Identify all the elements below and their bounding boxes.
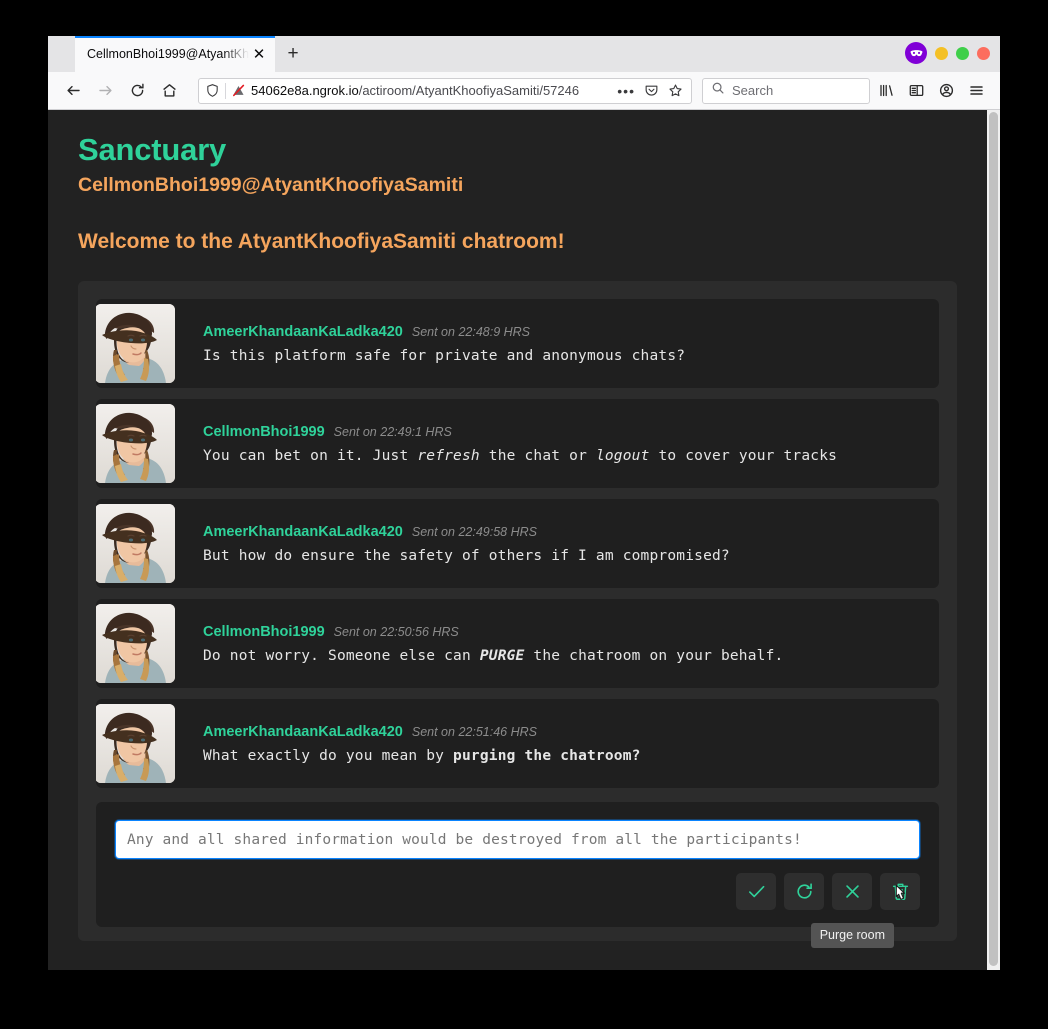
message-text: But how do ensure the safety of others i… xyxy=(203,547,730,564)
tab-title: CellmonBhoi1999@AtyantKhoo xyxy=(87,47,249,61)
close-icon[interactable]: ✕ xyxy=(249,44,269,64)
message-timestamp: Sent on 22:51:46 HRS xyxy=(411,724,537,739)
message-list: AmeerKhandaanKaLadka420 Sent on 22:48:9 H… xyxy=(96,299,939,789)
avatar xyxy=(96,404,175,484)
message-timestamp: Sent on 22:50:56 HRS xyxy=(333,624,459,639)
tab-strip: CellmonBhoi1999@AtyantKhoo ✕ + xyxy=(48,36,1000,72)
browser-window: CellmonBhoi1999@AtyantKhoo ✕ + 54062e8a.… xyxy=(48,36,1000,970)
chat-panel: AmeerKhandaanKaLadka420 Sent on 22:48:9 H… xyxy=(78,281,957,948)
minimize-button[interactable] xyxy=(935,46,948,60)
url-host: 54062e8a.ngrok.io xyxy=(251,83,359,98)
refresh-button[interactable] xyxy=(784,873,824,911)
message-author: AmeerKhandaanKaLadka420 xyxy=(203,523,403,540)
composer-actions xyxy=(115,873,920,911)
message-text: Is this platform safe for private and an… xyxy=(203,347,686,364)
bookmark-star-icon[interactable] xyxy=(666,83,685,98)
message-text: Do not worry. Someone else can PURGE the… xyxy=(203,647,784,664)
message-row: AmeerKhandaanKaLadka420 Sent on 22:48:9 H… xyxy=(96,299,939,389)
url-path: /actiroom/AtyantKhoofiyaSamiti/57246 xyxy=(358,83,580,98)
message-input[interactable]: Any and all shared information would be … xyxy=(115,820,920,860)
close-window-button[interactable] xyxy=(977,46,990,60)
purge-room-tooltip: Purge room xyxy=(810,923,894,948)
app-title: Sanctuary xyxy=(78,132,227,167)
search-icon xyxy=(711,81,725,100)
message-meta: CellmonBhoi1999 Sent on 22:49:1 HRS xyxy=(203,424,837,440)
message-meta: AmeerKhandaanKaLadka420 Sent on 22:48:9 H… xyxy=(203,324,685,340)
search-input[interactable]: Search xyxy=(702,77,870,104)
message-author: CellmonBhoi1999 xyxy=(203,423,325,440)
message-meta: AmeerKhandaanKaLadka420 Sent on 22:51:46 … xyxy=(203,724,641,740)
scrollbar-thumb[interactable] xyxy=(989,112,998,966)
shield-icon[interactable] xyxy=(205,83,220,98)
message-author: CellmonBhoi1999 xyxy=(203,623,325,640)
maximize-button[interactable] xyxy=(956,46,969,60)
noscript-icon[interactable] xyxy=(231,83,246,98)
url-separator xyxy=(225,82,226,99)
new-tab-button[interactable]: + xyxy=(275,36,311,72)
message-timestamp: Sent on 22:49:1 HRS xyxy=(333,424,452,439)
welcome-heading: Welcome to the AtyantKhoofiyaSamiti chat… xyxy=(78,230,565,254)
message-meta: CellmonBhoi1999 Sent on 22:50:56 HRS xyxy=(203,624,783,640)
message-body: CellmonBhoi1999 Sent on 22:50:56 HRS Do no… xyxy=(175,624,783,664)
message-composer: Any and all shared information would be … xyxy=(96,802,939,948)
library-icon[interactable] xyxy=(872,76,900,106)
send-button[interactable] xyxy=(736,873,776,911)
message-text: What exactly do you mean by purging the … xyxy=(203,747,641,764)
page-scrollbar[interactable] xyxy=(987,110,1000,970)
logout-button[interactable] xyxy=(832,873,872,911)
avatar xyxy=(96,604,175,684)
message-author: AmeerKhandaanKaLadka420 xyxy=(203,723,403,740)
sidebar-icon[interactable] xyxy=(902,76,930,106)
navigation-toolbar: 54062e8a.ngrok.io/actiroom/AtyantKhoofiy… xyxy=(48,72,1000,110)
message-body: AmeerKhandaanKaLadka420 Sent on 22:48:9 H… xyxy=(175,324,685,364)
avatar xyxy=(96,504,175,584)
message-row: CellmonBhoi1999 Sent on 22:49:1 HRS You ca… xyxy=(96,399,939,489)
back-icon[interactable] xyxy=(58,76,88,106)
message-body: AmeerKhandaanKaLadka420 Sent on 22:51:46 … xyxy=(175,724,641,764)
purge-room-button[interactable] xyxy=(880,873,920,911)
message-timestamp: Sent on 22:48:9 HRS xyxy=(411,324,531,339)
url-text: 54062e8a.ngrok.io/actiroom/AtyantKhoofiy… xyxy=(251,83,610,98)
container-mask-icon[interactable] xyxy=(905,42,927,64)
search-placeholder: Search xyxy=(732,83,774,98)
chat-page: Sanctuary CellmonBhoi1999@AtyantKhoofiya… xyxy=(48,110,987,970)
reload-icon[interactable] xyxy=(122,76,152,106)
user-handle: CellmonBhoi1999@AtyantKhoofiyaSamiti xyxy=(78,173,464,196)
message-timestamp: Sent on 22:49:58 HRS xyxy=(411,524,537,539)
menu-icon[interactable] xyxy=(962,76,990,106)
message-row: AmeerKhandaanKaLadka420 Sent on 22:49:58 … xyxy=(96,499,939,589)
page-viewport: Sanctuary CellmonBhoi1999@AtyantKhoofiya… xyxy=(48,110,1000,970)
message-author: AmeerKhandaanKaLadka420 xyxy=(203,323,403,340)
url-bar[interactable]: 54062e8a.ngrok.io/actiroom/AtyantKhoofiy… xyxy=(198,77,692,104)
account-icon[interactable] xyxy=(932,76,960,106)
message-body: CellmonBhoi1999 Sent on 22:49:1 HRS You ca… xyxy=(175,424,837,464)
message-text: You can bet on it. Just refresh the chat… xyxy=(203,447,838,464)
message-row: AmeerKhandaanKaLadka420 Sent on 22:51:46 … xyxy=(96,699,939,789)
forward-icon[interactable] xyxy=(90,76,120,106)
browser-tab[interactable]: CellmonBhoi1999@AtyantKhoo ✕ xyxy=(75,36,275,72)
window-controls xyxy=(905,42,990,64)
message-meta: AmeerKhandaanKaLadka420 Sent on 22:49:58 … xyxy=(203,524,730,540)
message-body: AmeerKhandaanKaLadka420 Sent on 22:49:58 … xyxy=(175,524,730,564)
avatar xyxy=(96,304,175,384)
home-icon[interactable] xyxy=(154,76,184,106)
tab-strip-padding xyxy=(48,36,75,72)
page-actions-icon[interactable]: ••• xyxy=(615,83,637,99)
avatar xyxy=(96,704,175,784)
pocket-icon[interactable] xyxy=(642,83,661,98)
message-input-value: Any and all shared information would be … xyxy=(127,831,802,848)
message-row: CellmonBhoi1999 Sent on 22:50:56 HRS Do no… xyxy=(96,599,939,689)
